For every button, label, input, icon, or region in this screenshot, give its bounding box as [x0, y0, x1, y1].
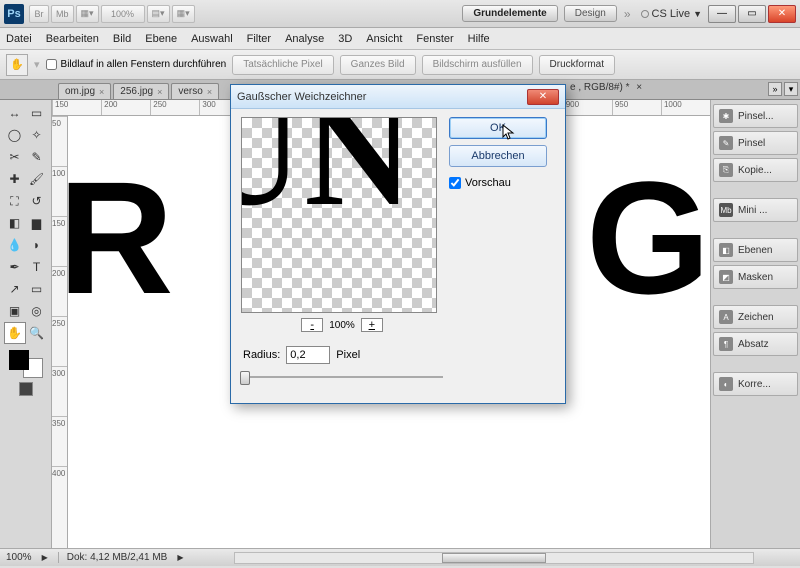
- dialog-title: Gaußscher Weichzeichner: [237, 91, 366, 103]
- window-maximize-button[interactable]: ▭: [738, 5, 766, 23]
- radius-label: Radius:: [243, 349, 280, 361]
- panel-dock: ✱Pinsel... ✎Pinsel ⎘Kopie... MbMini ... …: [710, 100, 800, 548]
- pen-tool[interactable]: ✒: [4, 256, 26, 278]
- panel-zeichen[interactable]: AZeichen: [713, 305, 798, 329]
- minibridge-button[interactable]: Mb: [51, 5, 74, 23]
- panel-kopierquelle[interactable]: ⎘Kopie...: [713, 158, 798, 182]
- tab-verso[interactable]: verso×: [171, 83, 219, 99]
- shape-tool[interactable]: ▭: [26, 278, 48, 300]
- cancel-button[interactable]: Abbrechen: [449, 145, 547, 167]
- menu-bearbeiten[interactable]: Bearbeiten: [46, 33, 99, 45]
- scroll-all-windows-checkbox[interactable]: Bildlauf in allen Fenstern durchführen: [46, 59, 227, 70]
- menu-hilfe[interactable]: Hilfe: [468, 33, 490, 45]
- window-close-button[interactable]: ✕: [768, 5, 796, 23]
- panel-pinsel[interactable]: ✎Pinsel: [713, 131, 798, 155]
- hand-tool-icon[interactable]: ✋: [6, 54, 28, 76]
- color-swatch[interactable]: [9, 350, 43, 378]
- window-minimize-button[interactable]: —: [708, 5, 736, 23]
- app-logo-icon: Ps: [4, 4, 24, 24]
- active-tab-info: e , RGB/8#) * ×: [570, 82, 642, 93]
- radius-slider[interactable]: [243, 370, 443, 384]
- menu-analyse[interactable]: Analyse: [285, 33, 324, 45]
- ok-button[interactable]: OK: [449, 117, 547, 139]
- tab-nav-right[interactable]: »: [768, 82, 782, 96]
- menu-filter[interactable]: Filter: [247, 33, 271, 45]
- crop-tool[interactable]: ✂: [4, 146, 26, 168]
- tab-close-icon[interactable]: ×: [207, 87, 212, 97]
- workspace-grundelemente[interactable]: Grundelemente: [462, 5, 557, 22]
- panel-pinselvorgaben[interactable]: ✱Pinsel...: [713, 104, 798, 128]
- menu-bild[interactable]: Bild: [113, 33, 131, 45]
- brush-tool[interactable]: 🖌: [26, 168, 48, 190]
- type-tool[interactable]: T: [26, 256, 48, 278]
- zoom-level[interactable]: 100%: [101, 5, 145, 23]
- dialog-close-button[interactable]: ✕: [527, 89, 559, 105]
- toolbox: ↔▭ ◯✧ ✂✎ ✚🖌 ⛶↺ ◧▆ 💧◗ ✒T ↗▭ ▣◎ ✋🔍: [0, 100, 52, 548]
- menu-fenster[interactable]: Fenster: [416, 33, 453, 45]
- eraser-tool[interactable]: ◧: [4, 212, 26, 234]
- history-brush-tool[interactable]: ↺: [26, 190, 48, 212]
- tab-256[interactable]: 256.jpg×: [113, 83, 169, 99]
- hand-tool[interactable]: ✋: [4, 322, 26, 344]
- 3d-tool[interactable]: ▣: [4, 300, 26, 322]
- eyedropper-tool[interactable]: ✎: [26, 146, 48, 168]
- tab-om[interactable]: om.jpg×: [58, 83, 111, 99]
- panel-absatz[interactable]: ¶Absatz: [713, 332, 798, 356]
- panel-ebenen[interactable]: ◧Ebenen: [713, 238, 798, 262]
- print-size-button[interactable]: Druckformat: [539, 55, 615, 75]
- status-docinfo[interactable]: Dok: 4,12 MB/2,41 MB: [58, 552, 168, 563]
- camera-tool[interactable]: ◎: [26, 300, 48, 322]
- fit-screen-button[interactable]: Ganzes Bild: [340, 55, 416, 75]
- workspace-design[interactable]: Design: [564, 5, 617, 22]
- actual-pixels-button[interactable]: Tatsächliche Pixel: [232, 55, 333, 75]
- gradient-tool[interactable]: ▆: [26, 212, 48, 234]
- marquee-tool[interactable]: ▭: [26, 102, 48, 124]
- wand-tool[interactable]: ✧: [26, 124, 48, 146]
- radius-input[interactable]: [286, 346, 330, 364]
- panel-masken[interactable]: ◩Masken: [713, 265, 798, 289]
- panel-minibridge[interactable]: MbMini ...: [713, 198, 798, 222]
- tab-menu[interactable]: ▾: [784, 82, 798, 96]
- status-bar: 100% ▶ Dok: 4,12 MB/2,41 MB ▶: [0, 548, 800, 566]
- menu-auswahl[interactable]: Auswahl: [191, 33, 233, 45]
- zoom-value: 100%: [329, 320, 355, 331]
- dodge-tool[interactable]: ◗: [26, 234, 48, 256]
- title-bar: Ps Br Mb ▦▾ 100% ▤▾ ▦▾ Grundelemente Des…: [0, 0, 800, 28]
- zoom-out-button[interactable]: -: [301, 318, 323, 332]
- radius-unit: Pixel: [336, 349, 360, 361]
- gaussian-blur-dialog: Gaußscher Weichzeichner ✕ UN - 100% + Ra…: [230, 84, 566, 404]
- horizontal-scrollbar[interactable]: [234, 552, 755, 564]
- tab-close-icon[interactable]: ×: [99, 87, 104, 97]
- stamp-tool[interactable]: ⛶: [4, 190, 26, 212]
- quickmask-icon[interactable]: [19, 382, 33, 396]
- tab-close-icon[interactable]: ×: [157, 87, 162, 97]
- lasso-tool[interactable]: ◯: [4, 124, 26, 146]
- menu-ebene[interactable]: Ebene: [145, 33, 177, 45]
- blur-tool[interactable]: 💧: [4, 234, 26, 256]
- workspace-more-icon[interactable]: »: [624, 7, 631, 21]
- options-bar: ✋ ▾ Bildlauf in allen Fenstern durchführ…: [0, 50, 800, 80]
- menu-3d[interactable]: 3D: [338, 33, 352, 45]
- zoom-in-button[interactable]: +: [361, 318, 383, 332]
- menu-datei[interactable]: Datei: [6, 33, 32, 45]
- screen-mode-button[interactable]: ▦▾: [76, 5, 99, 23]
- dialog-preview[interactable]: UN: [241, 117, 437, 313]
- cs-live-button[interactable]: CS Live▼: [641, 8, 702, 20]
- viewextras-button[interactable]: ▤▾: [147, 5, 170, 23]
- menu-ansicht[interactable]: Ansicht: [366, 33, 402, 45]
- heal-tool[interactable]: ✚: [4, 168, 26, 190]
- fill-screen-button[interactable]: Bildschirm ausfüllen: [422, 55, 533, 75]
- status-zoom[interactable]: 100%: [6, 552, 32, 563]
- preview-checkbox[interactable]: Vorschau: [449, 177, 547, 189]
- dialog-titlebar[interactable]: Gaußscher Weichzeichner ✕: [231, 85, 565, 109]
- zoom-tool[interactable]: 🔍: [26, 322, 48, 344]
- path-tool[interactable]: ↗: [4, 278, 26, 300]
- menu-bar: Datei Bearbeiten Bild Ebene Auswahl Filt…: [0, 28, 800, 50]
- panel-korrekturen[interactable]: ◐Korre...: [713, 372, 798, 396]
- arrange-button[interactable]: ▦▾: [172, 5, 195, 23]
- move-tool[interactable]: ↔: [4, 102, 26, 124]
- bridge-button[interactable]: Br: [29, 5, 49, 23]
